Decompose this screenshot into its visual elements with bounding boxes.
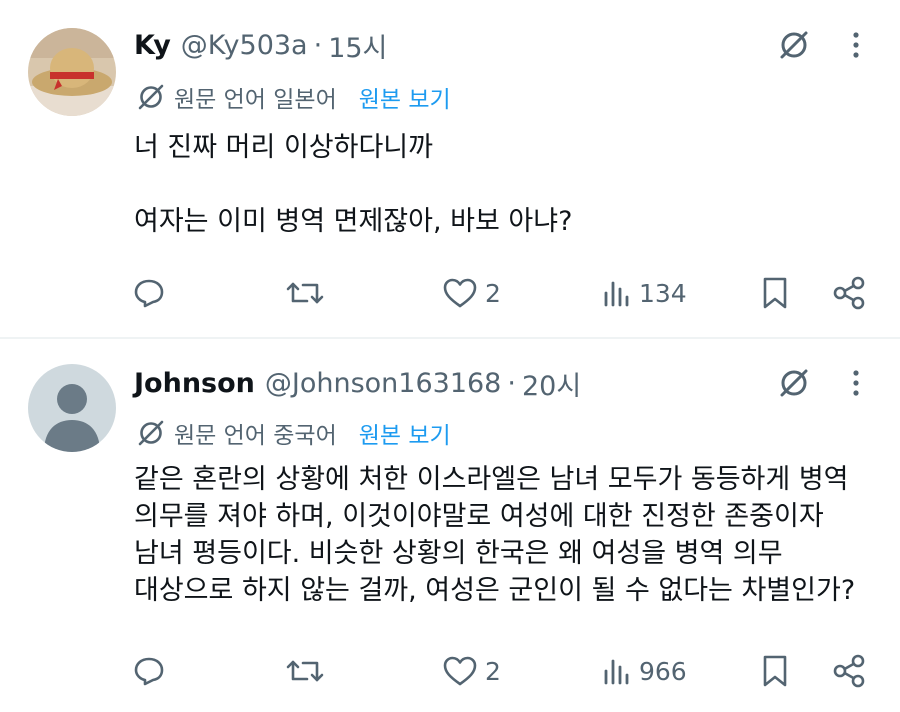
grok-icon: [780, 31, 808, 59]
tweet[interactable]: Johnson @Johnson163168 · 20시 원문 언어 중국어 원…: [0, 339, 900, 712]
share-button[interactable]: [830, 649, 868, 693]
views-icon: [604, 281, 629, 307]
tweet[interactable]: Ky @Ky503a · 15시 원문 언어 일본어 원본 보기 너 진짜 머리…: [0, 0, 900, 337]
tweet-text-line: 대상으로 하지 않는 걸까, 여성은 군인이 될 수 없다는 차별인가?: [134, 575, 856, 606]
tweet-header: Johnson @Johnson163168 · 20시: [134, 363, 581, 403]
reply-button[interactable]: [131, 649, 173, 693]
author-handle[interactable]: @Ky503a: [181, 30, 308, 61]
separator-dot: ·: [507, 367, 516, 399]
views-button[interactable]: 134: [601, 271, 687, 315]
views-icon: [604, 659, 629, 685]
avatar[interactable]: [28, 364, 116, 452]
default-avatar-icon: [28, 364, 116, 452]
translate-icon: [134, 80, 168, 114]
share-icon: [833, 276, 865, 310]
more-button[interactable]: [838, 361, 874, 405]
separator-dot: ·: [313, 29, 323, 61]
reply-icon: [134, 279, 164, 308]
views-button[interactable]: 966: [601, 649, 687, 693]
reply-icon: [134, 657, 164, 686]
tweet-text: 같은 혼란의 상황에 처한 이스라엘은 남녀 모두가 동등하게 병역 의무를 져…: [134, 461, 874, 609]
show-original-link[interactable]: 원본 보기: [359, 416, 451, 450]
author-name[interactable]: Johnson: [134, 368, 255, 399]
views-count: 966: [639, 656, 687, 686]
bookmark-icon: [763, 277, 787, 309]
translate-icon: [134, 416, 168, 450]
tweet-text-line: 남녀 평등이다. 비슷한 상황의 한국은 왜 여성을 병역 의무: [134, 538, 783, 569]
tweet-text: 너 진짜 머리 이상하다니까 여자는 이미 병역 면제잖아, 바보 아냐?: [134, 129, 874, 240]
like-button[interactable]: 2: [441, 649, 501, 693]
reply-button[interactable]: [131, 271, 173, 315]
avatar[interactable]: [28, 28, 116, 116]
show-original-link[interactable]: 원본 보기: [359, 80, 451, 114]
bookmark-button[interactable]: [758, 271, 792, 315]
more-icon: [853, 370, 859, 396]
views-count: 134: [639, 278, 687, 308]
retweet-button[interactable]: [285, 271, 331, 315]
timestamp[interactable]: 15시: [328, 26, 387, 65]
heart-icon: [443, 278, 477, 308]
author-name[interactable]: Ky: [134, 30, 171, 61]
timestamp[interactable]: 20시: [522, 364, 581, 403]
heart-icon: [443, 656, 477, 686]
tweet-text-line: 여자는 이미 병역 면제잖아, 바보 아냐?: [134, 206, 573, 237]
translation-notice: 원문 언어 일본어 원본 보기: [134, 80, 451, 114]
translation-language-note: 원문 언어 일본어: [174, 87, 337, 113]
tweet-text-line: 의무를 져야 하며, 이것이야말로 여성에 대한 진정한 존중이자: [134, 501, 824, 532]
grok-button[interactable]: [772, 361, 816, 405]
share-button[interactable]: [830, 271, 868, 315]
action-bar: 2 966: [0, 649, 900, 693]
like-count: 2: [485, 656, 501, 686]
retweet-button[interactable]: [285, 649, 331, 693]
retweet-icon: [286, 660, 324, 682]
bookmark-button[interactable]: [758, 649, 792, 693]
bookmark-icon: [763, 655, 787, 687]
straw-hat-photo: [28, 28, 116, 116]
grok-button[interactable]: [772, 23, 816, 67]
tweet-text-line: 같은 혼란의 상황에 처한 이스라엘은 남녀 모두가 동등하게 병역: [134, 464, 849, 495]
more-button[interactable]: [838, 23, 874, 67]
like-button[interactable]: 2: [441, 271, 501, 315]
more-icon: [853, 32, 859, 58]
grok-icon: [780, 369, 808, 397]
tweet-header: Ky @Ky503a · 15시: [134, 25, 387, 65]
tweet-text-line: 너 진짜 머리 이상하다니까: [134, 132, 433, 163]
translation-notice: 원문 언어 중국어 원본 보기: [134, 416, 451, 450]
like-count: 2: [485, 278, 501, 308]
translation-language-note: 원문 언어 중국어: [174, 423, 337, 449]
retweet-icon: [286, 282, 324, 304]
share-icon: [833, 654, 865, 688]
author-handle[interactable]: @Johnson163168: [265, 368, 501, 399]
action-bar: 2 134: [0, 271, 900, 315]
